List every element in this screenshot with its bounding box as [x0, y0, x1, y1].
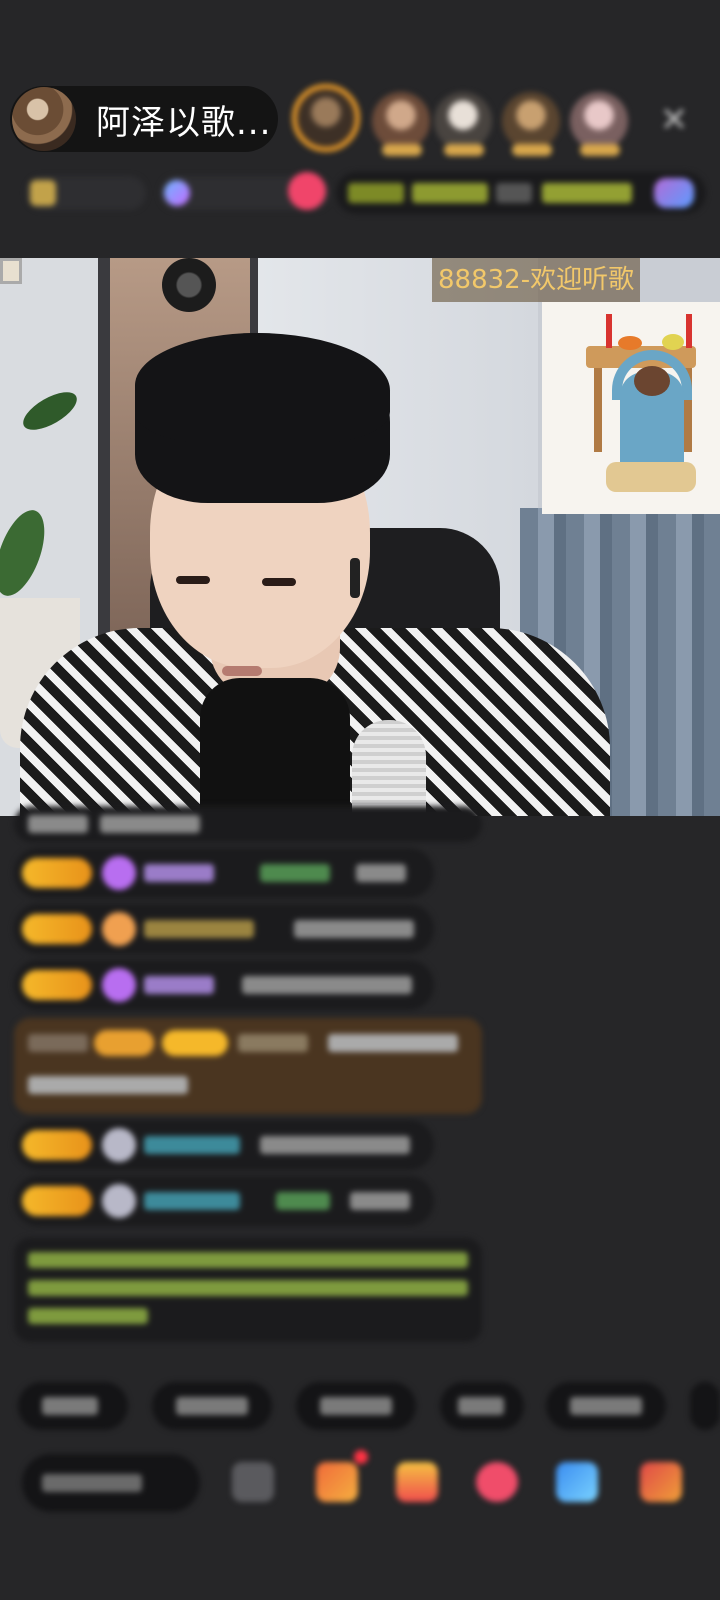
audience-avatar[interactable] [372, 92, 430, 156]
notice-marquee[interactable] [336, 172, 706, 214]
level-badge [22, 858, 92, 888]
gift-box-icon[interactable] [396, 1462, 438, 1502]
audience-avatar[interactable] [570, 92, 628, 156]
quick-chip[interactable] [296, 1382, 416, 1430]
quick-reply-chips [0, 1382, 720, 1434]
room-label: 88832-欢迎听歌 [432, 258, 641, 302]
fan-heart-icon [102, 968, 136, 1002]
live-video[interactable]: 88832-欢迎听歌 [0, 258, 720, 816]
fan-heart-icon [102, 1128, 136, 1162]
quick-chip[interactable] [152, 1382, 272, 1430]
live-badge-icon[interactable] [288, 172, 326, 210]
level-badge [22, 1130, 92, 1160]
quick-chip[interactable] [690, 1382, 720, 1430]
game-icon[interactable] [556, 1462, 598, 1502]
notification-dot [354, 1450, 368, 1464]
chat-message [14, 1176, 434, 1226]
fan-heart-icon [102, 1184, 136, 1218]
chat-message [14, 806, 482, 842]
activity-icon[interactable] [316, 1462, 358, 1502]
chat-message-highlight [14, 1018, 482, 1114]
chat-message [14, 1120, 434, 1170]
fan-heart-icon [102, 912, 136, 946]
quick-chip[interactable] [546, 1382, 666, 1430]
host-avatar[interactable] [12, 87, 76, 151]
quick-chip[interactable] [18, 1382, 128, 1430]
level-badge [22, 1186, 92, 1216]
audience-avatar[interactable] [434, 92, 492, 156]
host-info-pill[interactable]: 阿泽以歌... [10, 86, 278, 152]
chat-message [14, 848, 434, 898]
more-icon[interactable] [232, 1462, 274, 1502]
microphone [352, 720, 426, 816]
chat-input[interactable] [22, 1454, 200, 1512]
level-badge [22, 970, 92, 1000]
room-tags-row [20, 170, 706, 216]
system-notice [14, 1238, 482, 1342]
host-name: 阿泽以歌... [96, 102, 272, 143]
audience-avatars [288, 84, 648, 158]
bottom-action-bar [0, 1450, 720, 1520]
chat-list[interactable] [0, 806, 720, 1366]
chat-message [14, 960, 434, 1010]
quick-chip[interactable] [440, 1382, 524, 1430]
audience-avatar[interactable] [502, 92, 560, 156]
fan-heart-icon [102, 856, 136, 890]
audience-avatar[interactable] [292, 84, 360, 152]
close-icon[interactable]: ✕ [656, 102, 692, 138]
rank-tag[interactable] [26, 176, 146, 210]
gift-icon[interactable] [476, 1462, 518, 1502]
shop-icon[interactable] [640, 1462, 682, 1502]
bottom-spacer [0, 1560, 720, 1600]
prayer-sticker [542, 302, 720, 514]
chat-message [14, 904, 434, 954]
level-badge [22, 914, 92, 944]
